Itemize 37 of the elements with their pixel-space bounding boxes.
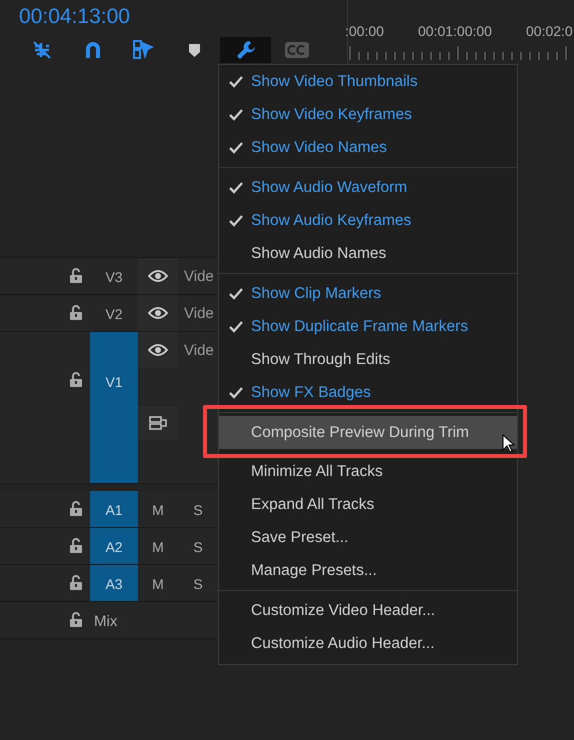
solo-toggle[interactable]: S (178, 491, 218, 527)
track-target[interactable]: A1 (90, 491, 138, 527)
ruler-label: 00:02:0 (526, 22, 573, 41)
track-target[interactable]: V1 (90, 332, 138, 483)
menu-item[interactable]: Show Through Edits (219, 343, 517, 376)
menu-item[interactable]: Expand All Tracks (219, 488, 517, 521)
solo-toggle[interactable]: S (178, 565, 218, 601)
menu-item[interactable]: Composite Preview During Trim (219, 416, 517, 449)
menu-item[interactable]: Show Video Names (219, 131, 517, 164)
menu-item[interactable]: Show Audio Keyframes (219, 204, 517, 237)
menu-item[interactable]: Show Video Thumbnails (219, 65, 517, 98)
menu-item[interactable]: Show Duplicate Frame Markers (219, 310, 517, 343)
track-name: Vide (183, 304, 214, 324)
mute-toggle[interactable]: M (138, 491, 178, 527)
menu-item[interactable]: Customize Video Header... (219, 594, 517, 627)
menu-item[interactable]: Customize Audio Header... (219, 627, 517, 660)
menu-item[interactable]: Save Preset... (219, 521, 517, 554)
mix-label: Mix (93, 612, 118, 632)
menu-item[interactable]: Minimize All Tracks (219, 455, 517, 488)
mute-toggle[interactable]: M (138, 528, 178, 564)
solo-toggle[interactable]: S (178, 528, 218, 564)
menu-item[interactable]: Show Audio Waveform (219, 171, 517, 204)
menu-item[interactable]: Show Audio Names (219, 237, 517, 270)
track-target[interactable]: A3 (90, 565, 138, 601)
track-target[interactable]: A2 (90, 528, 138, 564)
menu-item[interactable]: Manage Presets... (219, 554, 517, 587)
track-target[interactable]: V3 (90, 258, 138, 294)
mute-toggle[interactable]: M (138, 565, 178, 601)
track-target[interactable]: V2 (90, 295, 138, 331)
track-name: Vide (183, 267, 214, 287)
menu-item[interactable]: Show Video Keyframes (219, 98, 517, 131)
menu-item[interactable]: Show FX Badges (219, 376, 517, 409)
track-name: Vide (183, 341, 214, 361)
menu-item[interactable]: Show Clip Markers (219, 277, 517, 310)
ruler-label: :00:00 (345, 22, 384, 41)
timecode[interactable]: 00:04:13:00 (19, 4, 130, 30)
ruler-label: 00:01:00:00 (418, 22, 492, 41)
